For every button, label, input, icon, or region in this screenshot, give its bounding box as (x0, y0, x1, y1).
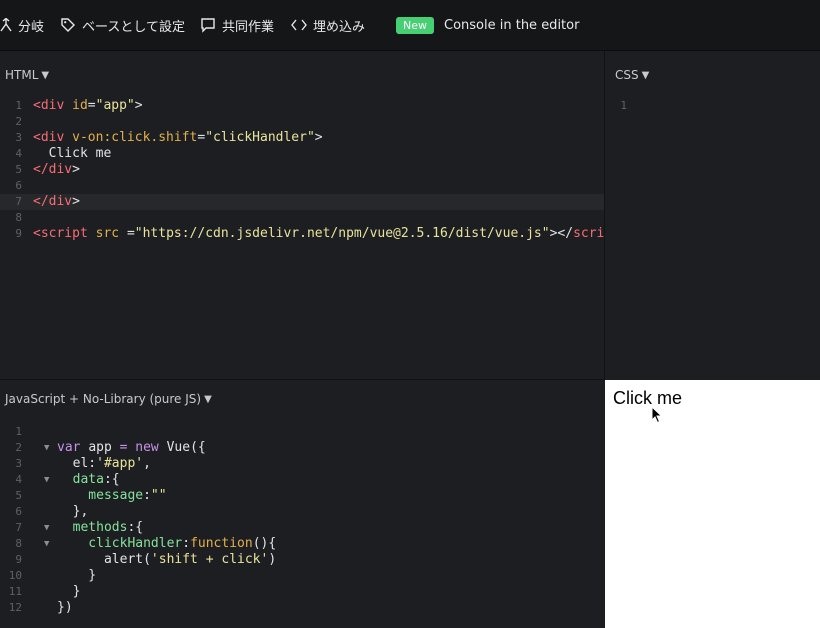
code-text: }) (57, 600, 73, 615)
line-number: 6 (15, 505, 22, 518)
code-text: </div> (33, 162, 80, 177)
code-line[interactable]: 9 alert('shift + click') (0, 552, 605, 568)
html-code-editor[interactable]: 1 <div id="app"> 2 3 <div v-on:click.shift="… (0, 98, 628, 242)
js-editor-pane: JavaScript + No-Library (pure JS) ▼ 1 2 ▼ v… (0, 380, 605, 628)
code-line[interactable]: 5 message:"" (0, 488, 605, 504)
line-number: 8 (15, 537, 22, 550)
css-editor-pane: CSS ▼ 1 (605, 51, 820, 379)
code-line[interactable]: 1 (0, 424, 605, 440)
line-number: 5 (15, 163, 22, 176)
code-text: var app = new Vue({ (57, 440, 206, 455)
code-text: } (57, 584, 81, 599)
code-text: Click me (33, 146, 112, 161)
embed-label: 埋め込み (313, 19, 366, 35)
line-number: 2 (15, 441, 22, 454)
js-pane-header[interactable]: JavaScript + No-Library (pure JS) ▼ (0, 380, 605, 418)
js-code-editor[interactable]: 1 2 ▼ var app = new Vue({3 el:'#app', 4 ▼ dat… (0, 424, 605, 616)
code-text: }, (57, 504, 89, 519)
code-text: data:{ (57, 472, 120, 487)
line-number: 1 (15, 425, 22, 438)
html-pane-title: HTML (5, 68, 39, 82)
code-line[interactable]: 1 <div id="app"> (0, 98, 604, 114)
line-number: 9 (15, 553, 22, 566)
fold-arrow-icon[interactable]: ▼ (44, 536, 49, 552)
preview-click-me-text[interactable]: Click me (613, 388, 682, 409)
html-editor-pane: HTML ▼ 1 <div id="app"> 2 3 <div v-on:click.… (0, 51, 628, 379)
line-number: 11 (8, 585, 22, 598)
console-label: Console in the editor (444, 17, 580, 33)
line-number: 7 (15, 521, 22, 534)
code-text: <div id="app"> (33, 98, 143, 113)
console-promo[interactable]: New Console in the editor (396, 0, 579, 50)
code-text: <script src ="https://cdn.jsdelivr.net/n… (33, 226, 628, 241)
fold-arrow-icon[interactable]: ▼ (44, 440, 49, 456)
line-number: 4 (15, 147, 22, 160)
line-number: 2 (15, 115, 22, 128)
fold-arrow-icon[interactable]: ▼ (44, 472, 49, 488)
code-line[interactable]: 7 </div> (0, 194, 604, 210)
line-number: 12 (8, 601, 22, 614)
code-text: } (57, 568, 97, 583)
code-line[interactable]: 5 </div> (0, 162, 604, 178)
fork-icon (0, 18, 12, 32)
fork-label: 分岐 (18, 19, 45, 35)
code-line[interactable]: 4 ▼ data:{ (0, 472, 605, 488)
code-text: alert('shift + click') (57, 552, 277, 567)
top-toolbar: 分岐 ベースとして設定 共同作業 埋め込み New Console in the… (0, 0, 820, 51)
line-number: 8 (15, 211, 22, 224)
code-line[interactable]: 8 (0, 210, 604, 226)
css-pane-header[interactable]: CSS ▼ (605, 51, 820, 99)
code-line[interactable]: 12}) (0, 600, 605, 616)
line-number: 4 (15, 473, 22, 486)
mouse-pointer-icon (651, 405, 663, 428)
css-pane-title: CSS (615, 68, 639, 82)
line-number: 1 (620, 99, 627, 112)
collab-button[interactable]: 共同作業 (200, 0, 274, 50)
caret-down-icon: ▼ (41, 69, 50, 81)
code-line[interactable]: 8 ▼ clickHandler:function(){ (0, 536, 605, 552)
line-number: 9 (15, 227, 22, 240)
code-text: el:'#app', (57, 456, 151, 471)
embed-button[interactable]: 埋め込み (291, 0, 365, 50)
caret-down-icon: ▼ (641, 69, 650, 81)
code-line[interactable]: 9 <script src ="https://cdn.jsdelivr.net/… (0, 226, 628, 242)
code-text: <div v-on:click.shift="clickHandler"> (33, 130, 323, 145)
code-line[interactable]: 3 <div v-on:click.shift="clickHandler"> (0, 130, 604, 146)
chat-bubble-icon (200, 17, 216, 33)
line-number: 1 (15, 99, 22, 112)
code-line[interactable]: 11 } (0, 584, 605, 600)
code-text: methods:{ (57, 520, 144, 535)
code-line[interactable]: 4 Click me (0, 146, 604, 162)
set-as-base-button[interactable]: ベースとして設定 (60, 0, 185, 50)
code-text: message:"" (57, 488, 167, 503)
code-line[interactable]: 6 }, (0, 504, 605, 520)
css-code-editor[interactable]: 1 (605, 98, 820, 114)
line-number: 3 (15, 457, 22, 470)
code-text: </div> (33, 194, 80, 209)
fold-arrow-icon[interactable]: ▼ (44, 520, 49, 536)
line-number: 5 (15, 489, 22, 502)
js-pane-title: JavaScript + No-Library (pure JS) (5, 392, 202, 406)
code-line[interactable]: 6 (0, 178, 604, 194)
tag-icon (60, 17, 76, 33)
line-number: 7 (15, 195, 22, 208)
html-pane-header[interactable]: HTML ▼ (0, 51, 604, 99)
code-line[interactable]: 1 (605, 98, 820, 114)
code-brackets-icon (291, 18, 307, 32)
code-line[interactable]: 3 el:'#app', (0, 456, 605, 472)
code-line[interactable]: 2 (0, 114, 604, 130)
code-text: clickHandler:function(){ (57, 536, 277, 551)
line-number: 6 (15, 179, 22, 192)
code-line[interactable]: 2 ▼ var app = new Vue({ (0, 440, 605, 456)
set-as-base-label: ベースとして設定 (82, 19, 185, 35)
fork-button[interactable]: 分岐 (0, 0, 44, 50)
line-number: 3 (15, 131, 22, 144)
line-number: 10 (8, 569, 22, 582)
code-line[interactable]: 10 } (0, 568, 605, 584)
caret-down-icon: ▼ (204, 393, 212, 405)
new-badge: New (396, 16, 434, 34)
code-line[interactable]: 7 ▼ methods:{ (0, 520, 605, 536)
collab-label: 共同作業 (222, 19, 275, 35)
result-preview[interactable]: Click me (605, 380, 820, 628)
